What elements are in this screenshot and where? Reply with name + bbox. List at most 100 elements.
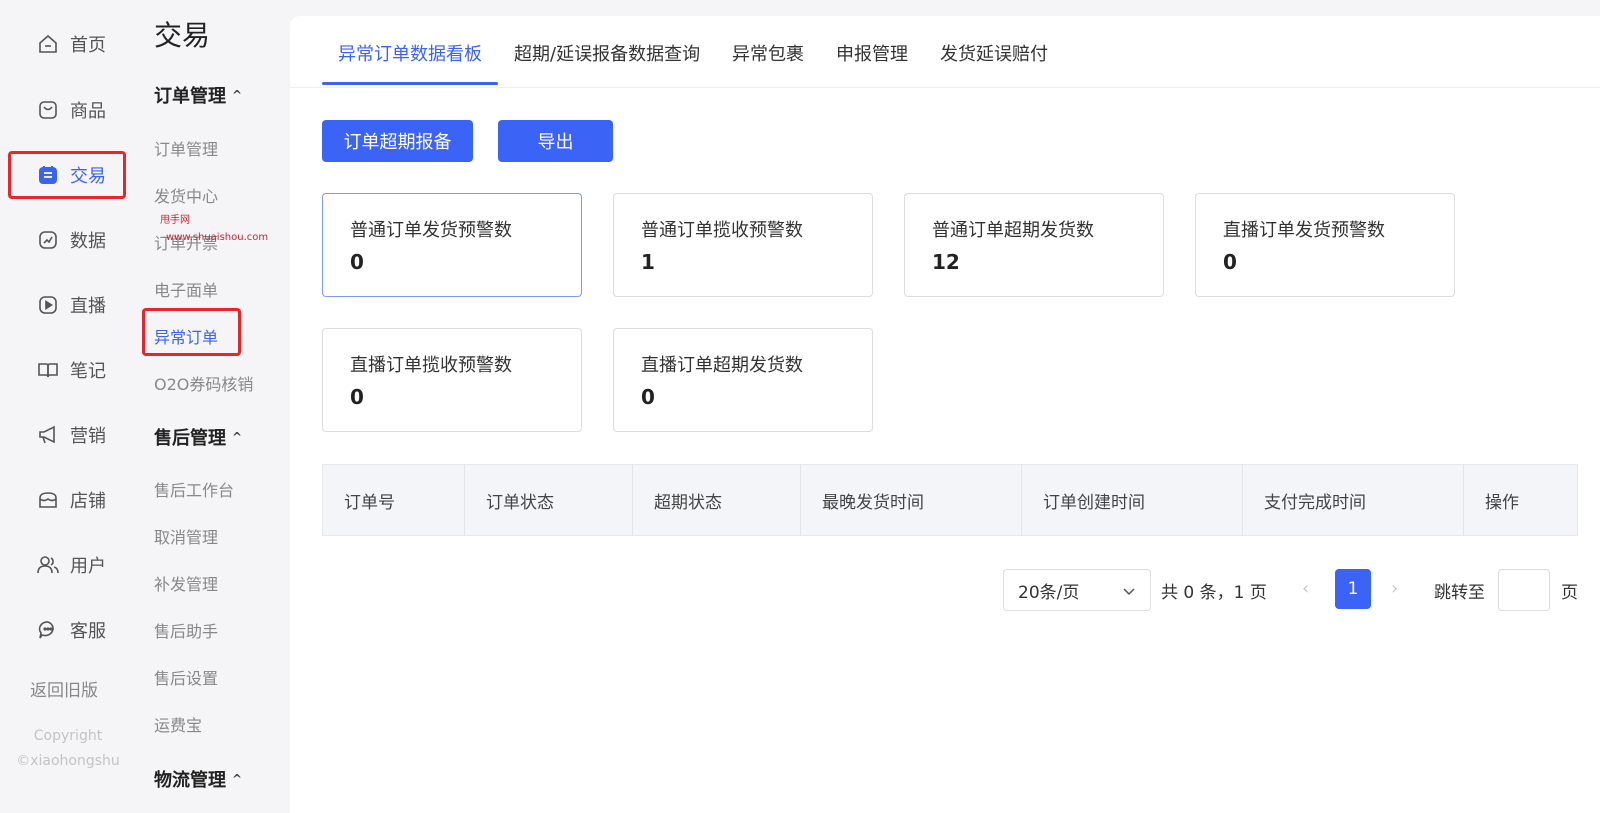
nav-item-home[interactable]: 首页 — [36, 24, 106, 64]
chevron-up-icon: ^ — [232, 430, 243, 444]
group-label: 订单管理 — [154, 86, 226, 107]
watermark-text: 甩手网 — [160, 215, 190, 226]
nav-item-products[interactable]: 商品 — [36, 90, 106, 130]
submenu-item-after-sales-assistant[interactable]: 售后助手 — [154, 618, 218, 642]
nav-item-service[interactable]: 客服 — [36, 610, 106, 650]
stat-card[interactable]: 普通订单揽收预警数 1 — [613, 193, 873, 297]
nav-label: 直播 — [70, 296, 106, 317]
stat-value: 0 — [1223, 250, 1237, 274]
prev-page-button[interactable]: ‹ — [1302, 578, 1309, 599]
trade-icon — [36, 163, 60, 187]
stat-card[interactable]: 普通订单发货预警数 0 — [322, 193, 582, 297]
nav-label: 客服 — [70, 621, 106, 642]
jump-unit-label: 页 — [1561, 583, 1578, 603]
jump-page-input[interactable] — [1498, 569, 1550, 611]
tab-abnormal-packages[interactable]: 异常包裹 — [732, 40, 804, 66]
stat-title: 普通订单揽收预警数 — [641, 220, 803, 241]
play-icon — [36, 293, 60, 317]
stat-value: 1 — [641, 250, 655, 274]
column-header: 订单状态 — [465, 465, 633, 535]
jump-label: 跳转至 — [1434, 583, 1485, 603]
submenu-item-reshipment[interactable]: 补发管理 — [154, 571, 218, 595]
nav-item-marketing[interactable]: 营销 — [36, 415, 106, 455]
submenu-item-freight-insurance[interactable]: 运费宝 — [154, 712, 202, 736]
nav-label: 店铺 — [70, 491, 106, 512]
copyright: Copyright ©xiaohongshu — [0, 724, 136, 774]
submenu-item-after-sales-desk[interactable]: 售后工作台 — [154, 477, 234, 501]
book-icon — [36, 358, 60, 382]
main-panel: 异常订单数据看板 超期/延误报备数据查询 异常包裹 申报管理 发货延误赔付 订单… — [290, 16, 1600, 813]
app-root: 首页 商品 交易 数据 直播 笔记 营销 店铺 用户 客服 返回旧版 Copyr… — [0, 0, 1600, 813]
group-logistics[interactable]: 物流管理 ^ — [154, 766, 242, 792]
section-title: 交易 — [154, 19, 211, 52]
tab-bar: 异常订单数据看板 超期/延误报备数据查询 异常包裹 申报管理 发货延误赔付 — [290, 16, 1600, 88]
submenu-item-shipping-center[interactable]: 发货中心 — [154, 183, 218, 207]
nav-label: 用户 — [70, 556, 106, 577]
submenu-item-o2o-verification[interactable]: O2O券码核销 — [154, 371, 253, 395]
copyright-line: ©xiaohongshu — [16, 753, 120, 769]
nav-label: 首页 — [70, 35, 106, 56]
nav-item-notes[interactable]: 笔记 — [36, 350, 106, 390]
group-label: 售后管理 — [154, 428, 226, 449]
column-header: 最晚发货时间 — [801, 465, 1022, 535]
bag-icon — [36, 98, 60, 122]
page-number-current[interactable]: 1 — [1335, 569, 1371, 609]
page-size-select[interactable]: 20条/页 — [1003, 569, 1151, 611]
next-page-button[interactable]: › — [1391, 578, 1398, 599]
stat-value: 12 — [932, 250, 960, 274]
users-icon — [36, 553, 60, 577]
total-count: 共 0 条，1 页 — [1161, 583, 1267, 603]
stat-card[interactable]: 直播订单揽收预警数 0 — [322, 328, 582, 432]
group-order-management[interactable]: 订单管理 ^ — [154, 82, 242, 108]
submenu-item-after-sales-settings[interactable]: 售后设置 — [154, 665, 218, 689]
export-button[interactable]: 导出 — [498, 120, 613, 162]
column-header: 超期状态 — [633, 465, 801, 535]
nav-label: 交易 — [70, 166, 106, 187]
orders-table-header: 订单号 订单状态 超期状态 最晚发货时间 订单创建时间 支付完成时间 操作 — [322, 464, 1578, 536]
megaphone-icon — [36, 423, 60, 447]
nav-item-store[interactable]: 店铺 — [36, 480, 106, 520]
nav-label: 商品 — [70, 101, 106, 122]
nav-label: 营销 — [70, 426, 106, 447]
stat-title: 直播订单揽收预警数 — [350, 355, 512, 376]
group-after-sales[interactable]: 售后管理 ^ — [154, 424, 242, 450]
overdue-report-button[interactable]: 订单超期报备 — [322, 120, 473, 162]
stat-title: 直播订单超期发货数 — [641, 355, 803, 376]
tab-delay-compensation[interactable]: 发货延误赔付 — [940, 40, 1048, 66]
stat-value: 0 — [350, 385, 364, 409]
submenu-item-cancel-management[interactable]: 取消管理 — [154, 524, 218, 548]
group-label: 物流管理 — [154, 770, 226, 791]
chevron-down-icon — [1122, 583, 1136, 603]
stat-card[interactable]: 直播订单超期发货数 0 — [613, 328, 873, 432]
stat-title: 普通订单发货预警数 — [350, 220, 512, 241]
column-header: 支付完成时间 — [1243, 465, 1464, 535]
nav-item-trade[interactable]: 交易 — [36, 155, 106, 195]
nav-item-live[interactable]: 直播 — [36, 285, 106, 325]
submenu-item-e-waybill[interactable]: 电子面单 — [154, 277, 218, 301]
nav-item-users[interactable]: 用户 — [36, 545, 106, 585]
watermark-url: www.shuaishou.com — [166, 232, 269, 243]
page-size-value: 20条/页 — [1018, 582, 1080, 603]
column-header: 订单创建时间 — [1022, 465, 1243, 535]
submenu-item-abnormal-orders[interactable]: 异常订单 — [154, 324, 218, 348]
nav-label: 数据 — [70, 231, 106, 252]
copyright-line: Copyright — [33, 728, 103, 744]
stat-title: 直播订单发货预警数 — [1223, 220, 1385, 241]
stat-card[interactable]: 直播订单发货预警数 0 — [1195, 193, 1455, 297]
stat-title: 普通订单超期发货数 — [932, 220, 1094, 241]
home-icon — [36, 32, 60, 56]
primary-nav: 首页 商品 交易 数据 直播 笔记 营销 店铺 用户 客服 返回旧版 Copyr… — [0, 0, 136, 813]
tab-dashboard[interactable]: 异常订单数据看板 — [338, 40, 482, 66]
tab-overdue-report-query[interactable]: 超期/延误报备数据查询 — [514, 40, 700, 66]
nav-label: 笔记 — [70, 361, 106, 382]
tab-indicator — [322, 82, 498, 85]
stat-value: 0 — [641, 385, 655, 409]
stat-card[interactable]: 普通订单超期发货数 12 — [904, 193, 1164, 297]
nav-item-data[interactable]: 数据 — [36, 220, 106, 260]
tab-declaration-management[interactable]: 申报管理 — [836, 40, 908, 66]
stat-value: 0 — [350, 250, 364, 274]
chevron-up-icon: ^ — [232, 88, 243, 102]
secondary-nav: 交易 订单管理 ^ 订单管理 发货中心 订单开票 甩手网 www.shuaisho… — [136, 0, 290, 813]
back-to-legacy-link[interactable]: 返回旧版 — [30, 676, 98, 701]
submenu-item-order-management[interactable]: 订单管理 — [154, 136, 218, 160]
